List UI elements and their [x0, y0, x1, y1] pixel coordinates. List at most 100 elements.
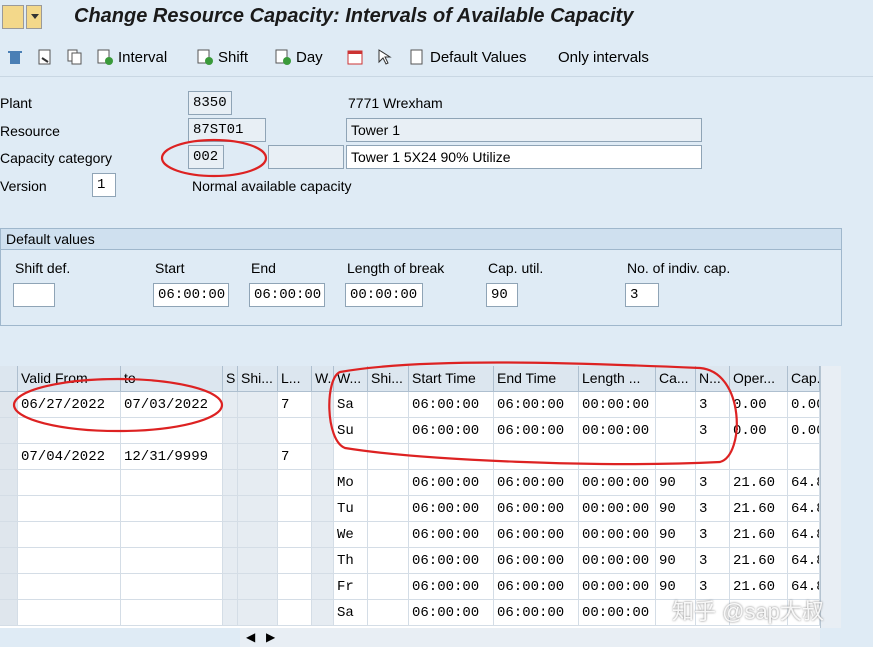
table-cell-valid_from[interactable]	[18, 418, 121, 444]
indiv-cap-field[interactable]: 3	[625, 283, 659, 307]
col-break-length[interactable]: Length ...	[579, 366, 656, 392]
table-cell-valid_from[interactable]: 06/27/2022	[18, 392, 121, 418]
table-cell-end[interactable]: 06:00:00	[494, 470, 579, 496]
add-shift-icon[interactable]	[196, 48, 214, 66]
table-cell-to[interactable]	[121, 574, 223, 600]
col-shift2[interactable]: Shi...	[368, 366, 409, 392]
table-cell-s[interactable]	[223, 444, 238, 470]
only-intervals-button[interactable]: Only intervals	[558, 49, 649, 66]
table-cell-w[interactable]	[312, 522, 334, 548]
table-cell-sel[interactable]	[0, 600, 18, 626]
table-cell-shi[interactable]	[238, 522, 278, 548]
select-all-icon[interactable]	[0, 366, 18, 392]
table-cell-length[interactable]: 00:00:00	[579, 522, 656, 548]
table-cell-shi[interactable]	[238, 444, 278, 470]
table-cell-shi2[interactable]	[368, 522, 409, 548]
table-cell-cap[interactable]: 0.00	[788, 392, 820, 418]
table-cell-shi2[interactable]	[368, 574, 409, 600]
table-cell-n[interactable]: 3	[696, 496, 730, 522]
table-cell-ca[interactable]: 90	[656, 470, 696, 496]
table-cell-sel[interactable]	[0, 392, 18, 418]
copy-icon[interactable]	[66, 48, 84, 66]
start-field[interactable]: 06:00:00	[153, 283, 229, 307]
table-cell-l[interactable]: 7	[278, 444, 312, 470]
table-cell-s[interactable]	[223, 470, 238, 496]
table-cell-length[interactable]: 00:00:00	[579, 418, 656, 444]
menu-dropdown-icon[interactable]	[26, 5, 42, 29]
add-day-icon[interactable]	[274, 48, 292, 66]
table-cell-oper[interactable]: 21.60	[730, 522, 788, 548]
default-values-icon[interactable]	[408, 48, 426, 66]
table-cell-end[interactable]: 06:00:00	[494, 418, 579, 444]
table-cell-start[interactable]: 06:00:00	[409, 522, 494, 548]
calendar-icon[interactable]	[346, 48, 364, 66]
table-cell-length[interactable]: 00:00:00	[579, 574, 656, 600]
table-cell-n[interactable]: 3	[696, 522, 730, 548]
table-cell-l[interactable]	[278, 522, 312, 548]
table-cell-end[interactable]: 06:00:00	[494, 392, 579, 418]
table-cell-to[interactable]: 12/31/9999	[121, 444, 223, 470]
table-cell-n[interactable]: 3	[696, 470, 730, 496]
day-button[interactable]: Day	[296, 49, 323, 66]
table-cell-s[interactable]	[223, 392, 238, 418]
table-cell-wday[interactable]	[334, 444, 368, 470]
table-cell-start[interactable]: 06:00:00	[409, 574, 494, 600]
table-cell-wday[interactable]: Su	[334, 418, 368, 444]
table-cell-s[interactable]	[223, 548, 238, 574]
col-to[interactable]: to	[121, 366, 223, 392]
table-cell-ca[interactable]: 90	[656, 496, 696, 522]
table-cell-shi[interactable]	[238, 470, 278, 496]
table-cell-end[interactable]: 06:00:00	[494, 574, 579, 600]
table-cell-cap[interactable]	[788, 444, 820, 470]
table-cell-length[interactable]: 00:00:00	[579, 496, 656, 522]
table-cell-w[interactable]	[312, 444, 334, 470]
table-cell-wday[interactable]: Sa	[334, 600, 368, 626]
table-cell-shi2[interactable]	[368, 548, 409, 574]
table-cell-to[interactable]	[121, 418, 223, 444]
table-cell-shi[interactable]	[238, 392, 278, 418]
table-cell-shi[interactable]	[238, 548, 278, 574]
resource-description-field[interactable]: Tower 1	[346, 118, 702, 142]
col-oper[interactable]: Oper...	[730, 366, 788, 392]
table-cell-l[interactable]: 7	[278, 392, 312, 418]
capacity-category-field[interactable]: 002	[188, 145, 224, 169]
table-cell-oper[interactable]	[730, 444, 788, 470]
table-cell-l[interactable]	[278, 470, 312, 496]
interval-button[interactable]: Interval	[118, 49, 167, 66]
col-start-time[interactable]: Start Time	[409, 366, 494, 392]
table-cell-shi[interactable]	[238, 496, 278, 522]
table-cell-wday[interactable]: Sa	[334, 392, 368, 418]
plant-field[interactable]: 8350	[188, 91, 232, 115]
table-cell-w[interactable]	[312, 392, 334, 418]
col-num-cap[interactable]: N...	[696, 366, 730, 392]
table-cell-oper[interactable]: 21.60	[730, 548, 788, 574]
table-cell-start[interactable]: 06:00:00	[409, 600, 494, 626]
table-cell-l[interactable]	[278, 600, 312, 626]
table-cell-end[interactable]: 06:00:00	[494, 548, 579, 574]
table-cell-shi2[interactable]	[368, 470, 409, 496]
col-cap[interactable]: Cap.	[788, 366, 820, 392]
col-end-time[interactable]: End Time	[494, 366, 579, 392]
table-cell-l[interactable]	[278, 496, 312, 522]
table-cell-oper[interactable]: 21.60	[730, 496, 788, 522]
cursor-icon[interactable]	[376, 48, 394, 66]
table-cell-length[interactable]: 00:00:00	[579, 548, 656, 574]
table-cell-n[interactable]: 3	[696, 548, 730, 574]
table-cell-oper[interactable]: 21.60	[730, 470, 788, 496]
add-interval-icon[interactable]	[96, 48, 114, 66]
table-cell-w[interactable]	[312, 470, 334, 496]
version-field[interactable]: 1	[92, 173, 116, 197]
detail-icon[interactable]	[36, 48, 54, 66]
table-cell-s[interactable]	[223, 600, 238, 626]
table-cell-sel[interactable]	[0, 522, 18, 548]
table-cell-end[interactable]	[494, 444, 579, 470]
shift-def-field[interactable]	[13, 283, 55, 307]
table-cell-shi2[interactable]	[368, 392, 409, 418]
table-cell-valid_from[interactable]	[18, 522, 121, 548]
table-cell-valid_from[interactable]	[18, 496, 121, 522]
table-cell-w[interactable]	[312, 574, 334, 600]
shift-button[interactable]: Shift	[218, 49, 248, 66]
table-cell-wday[interactable]: Mo	[334, 470, 368, 496]
table-cell-oper[interactable]: 0.00	[730, 392, 788, 418]
end-field[interactable]: 06:00:00	[249, 283, 325, 307]
